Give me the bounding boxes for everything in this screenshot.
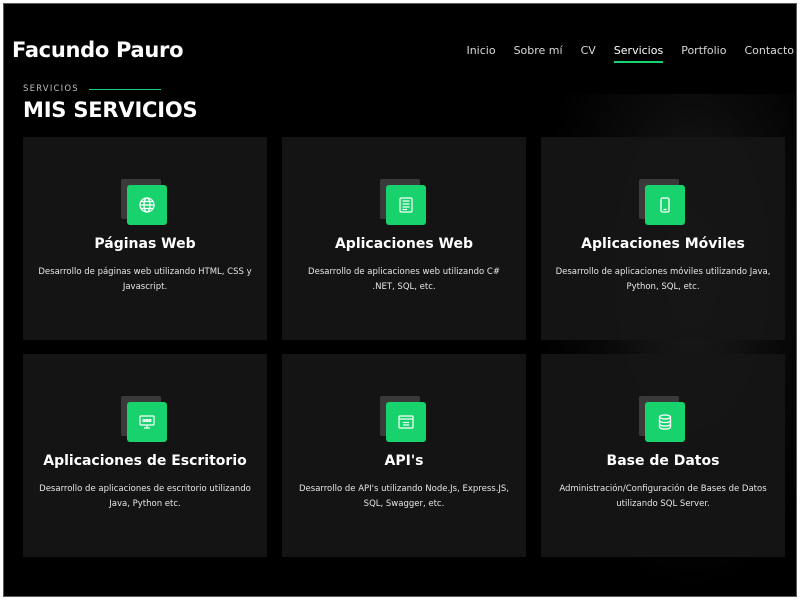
nav-item-inicio[interactable]: Inicio	[466, 44, 495, 57]
globe-icon	[127, 185, 167, 225]
service-card-aplicaciones-web[interactable]: Aplicaciones Web Desarrollo de aplicacio…	[282, 137, 526, 340]
service-title: Base de Datos	[606, 453, 720, 469]
api-window-icon	[386, 402, 426, 442]
service-description: Desarrollo de API's utilizando Node.Js, …	[298, 484, 509, 509]
desktop-monitor-icon	[127, 402, 167, 442]
service-icon-container	[121, 179, 167, 225]
service-icon-container	[639, 179, 685, 225]
service-card-aplicaciones-moviles[interactable]: Aplicaciones Móviles Desarrollo de aplic…	[541, 137, 785, 340]
service-icon-container	[121, 396, 167, 442]
site-header: Facundo Pauro Inicio Sobre mí CV Servici…	[4, 4, 796, 84]
nav-item-portfolio[interactable]: Portfolio	[681, 44, 726, 57]
service-title: Aplicaciones de Escritorio	[43, 453, 247, 469]
service-card-apis[interactable]: API's Desarrollo de API's utilizando Nod…	[282, 354, 526, 557]
section-label: SERVICIOS	[23, 84, 161, 94]
service-card-aplicaciones-escritorio[interactable]: Aplicaciones de Escritorio Desarrollo de…	[23, 354, 267, 557]
service-description: Desarrollo de páginas web utilizando HTM…	[38, 267, 252, 292]
service-description: Desarrollo de aplicaciones móviles utili…	[555, 267, 771, 292]
section-title: MIS SERVICIOS	[23, 98, 198, 122]
service-description: Desarrollo de aplicaciones web utilizand…	[308, 267, 500, 292]
service-icon-container	[639, 396, 685, 442]
service-title: Páginas Web	[94, 236, 196, 252]
service-icon-container	[380, 396, 426, 442]
services-grid: Páginas Web Desarrollo de páginas web ut…	[23, 137, 785, 557]
nav-item-servicios[interactable]: Servicios	[613, 44, 664, 63]
main-nav: Inicio Sobre mí CV Servicios Portfolio C…	[448, 44, 794, 63]
section-label-divider	[88, 88, 161, 90]
service-icon-container	[380, 179, 426, 225]
nav-item-cv[interactable]: CV	[581, 44, 596, 57]
service-card-base-de-datos[interactable]: Base de Datos Administración/Configuraci…	[541, 354, 785, 557]
service-card-paginas-web[interactable]: Páginas Web Desarrollo de páginas web ut…	[23, 137, 267, 340]
page-frame: Facundo Pauro Inicio Sobre mí CV Servici…	[3, 3, 797, 597]
service-title: Aplicaciones Móviles	[581, 236, 745, 252]
service-description: Desarrollo de aplicaciones de escritorio…	[39, 484, 251, 509]
nav-item-sobre-mi[interactable]: Sobre mí	[514, 44, 563, 57]
mobile-phone-icon	[645, 185, 685, 225]
code-window-icon	[386, 185, 426, 225]
section-label-text: SERVICIOS	[23, 84, 79, 94]
service-title: API's	[384, 453, 424, 469]
nav-item-contacto[interactable]: Contacto	[744, 44, 794, 57]
service-title: Aplicaciones Web	[334, 236, 474, 252]
brand-logo[interactable]: Facundo Pauro	[12, 38, 184, 62]
database-icon	[645, 402, 685, 442]
service-description: Administración/Configuración de Bases de…	[559, 484, 767, 509]
